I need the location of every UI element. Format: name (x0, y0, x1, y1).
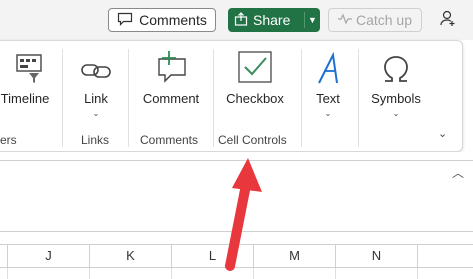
group-label-cell-controls: Cell Controls (218, 133, 287, 147)
formula-bar[interactable] (0, 160, 473, 232)
text-icon (311, 45, 345, 85)
timeline-label: Timeline (0, 91, 50, 106)
column-header-l[interactable]: L (172, 245, 254, 267)
symbols-label: Symbols (371, 91, 421, 106)
chevron-down-icon[interactable]: ⌄ (393, 109, 400, 118)
column-header-partial[interactable] (0, 245, 8, 267)
grid-cell[interactable] (8, 268, 90, 279)
column-header-row: J K L M N (0, 244, 473, 268)
link-icon (80, 45, 112, 85)
comment-label: Comment (142, 91, 200, 106)
grid-cell[interactable] (172, 268, 254, 279)
comments-button[interactable]: Comments (108, 8, 216, 32)
share-button[interactable]: Share ▼ (228, 8, 320, 32)
column-header-j[interactable]: J (8, 245, 90, 267)
new-comment-icon (151, 45, 191, 85)
ribbon-separator (301, 49, 302, 147)
catch-up-button[interactable]: Catch up (328, 8, 422, 32)
ribbon-panel: Timeline Link ⌄ Comment Checkbox Text ⌄ … (0, 40, 463, 152)
comments-button-label: Comments (139, 12, 207, 28)
grid-cell[interactable] (90, 268, 172, 279)
omega-icon (380, 45, 412, 85)
checkbox-icon (236, 45, 274, 85)
comment-bubble-icon (117, 12, 133, 29)
top-toolbar: Comments Share ▼ Catch up (0, 0, 473, 40)
chevron-down-icon[interactable]: ▼ (305, 15, 320, 25)
link-label: Link (84, 91, 108, 106)
column-header-n[interactable]: N (336, 245, 418, 267)
person-icon (439, 9, 457, 32)
catch-up-label: Catch up (355, 12, 413, 28)
ribbon-separator (128, 49, 129, 147)
checkbox-label: Checkbox (226, 91, 284, 106)
group-label-links: Links (81, 133, 110, 147)
pulse-icon (337, 12, 352, 28)
share-button-label: Share (253, 12, 291, 28)
grid-cell[interactable] (0, 268, 8, 279)
timeline-button[interactable]: Timeline (0, 45, 50, 106)
ribbon-separator (358, 49, 359, 147)
link-button[interactable]: Link ⌄ (76, 45, 116, 118)
checkbox-button[interactable]: Checkbox (222, 45, 288, 106)
chevron-down-icon[interactable]: ⌄ (93, 109, 100, 118)
new-comment-button[interactable]: Comment (138, 45, 204, 106)
symbols-button[interactable]: Symbols ⌄ (365, 45, 427, 118)
grid-cell[interactable] (254, 268, 336, 279)
ribbon-expand-chevron-icon[interactable]: ⌄ (438, 127, 447, 140)
chevron-down-icon[interactable]: ⌄ (325, 109, 332, 118)
grid-cell[interactable] (336, 268, 418, 279)
ribbon-separator (213, 49, 214, 147)
share-person-button[interactable] (436, 8, 460, 32)
share-icon (234, 11, 248, 29)
text-button[interactable]: Text ⌄ (308, 45, 348, 118)
column-header-m[interactable]: M (254, 245, 336, 267)
group-label-filters: ers (0, 133, 17, 147)
group-label-comments: Comments (140, 133, 199, 147)
grid-row (0, 268, 473, 279)
chevron-up-icon[interactable]: ︿ (452, 164, 464, 181)
ribbon-separator (62, 49, 63, 147)
timeline-icon (7, 45, 43, 85)
text-label: Text (316, 91, 340, 106)
column-header-k[interactable]: K (90, 245, 172, 267)
